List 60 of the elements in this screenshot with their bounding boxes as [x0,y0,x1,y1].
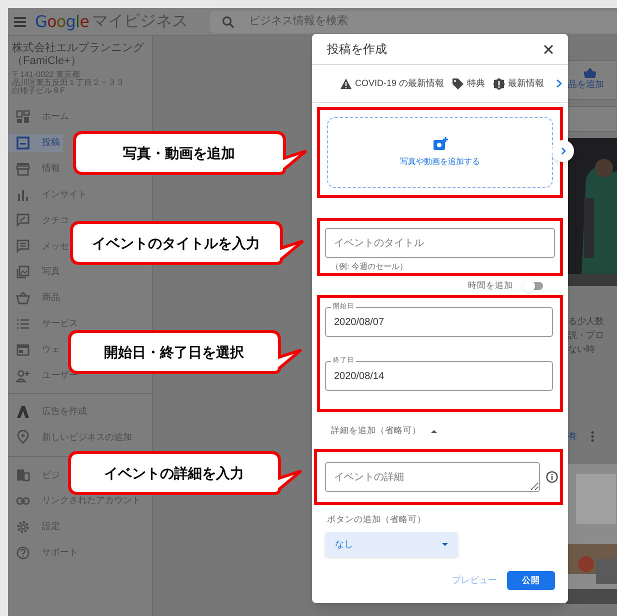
toggle-switch[interactable] [523,280,543,292]
time-label: 時間を追加 [468,279,513,292]
triangle-logo-icon [16,404,30,419]
basket-icon [16,291,30,306]
details-toggle[interactable]: 詳細を追加（省略可） [317,412,563,449]
warning-icon [340,78,352,90]
caret-icon [431,428,437,432]
button-type-dropdown[interactable]: なし [325,532,458,557]
callout: イベントの詳細を入力 [68,451,303,495]
close-icon[interactable] [544,44,553,54]
browser-icon [16,342,30,357]
media-dropzone[interactable]: 写真や動画を追加する [327,117,553,188]
helper-text: （例: 今週のセール） [331,261,408,273]
add-product-button[interactable]: 品を追加 [566,60,616,100]
settings-icon [16,520,30,534]
chevron-right-icon[interactable] [556,79,562,88]
title-field[interactable]: イベントのタイトル [325,228,555,258]
callout: 開始日・終了日を選択 [68,330,303,374]
section-label: ボタンの追加（省略可） [327,513,427,526]
help-icon [16,546,30,560]
google-logo: Google [35,10,90,32]
tab[interactable]: 特典 [452,65,486,102]
message-icon [16,239,30,254]
preview-button[interactable]: プレビュー [450,574,499,587]
post-icon [16,136,30,150]
share-link[interactable]: 有 [568,430,577,444]
snippet-text: ない時 [568,343,596,356]
grid-icon [16,110,30,124]
alert-badge-icon [493,78,506,90]
building-icon [16,468,30,482]
tag-icon [452,78,464,90]
tab[interactable]: COVID-19 の最新情報 [340,65,444,102]
search-field[interactable]: ビジネス情報を検索 [210,10,617,32]
info-icon [546,471,558,483]
snippet-text: る少人数 [568,315,605,328]
photos-icon [16,265,30,280]
details-field[interactable]: イベントの詳細 [325,462,540,492]
next-button[interactable] [552,140,574,162]
card-button[interactable] [566,106,616,132]
sidebar-item[interactable]: 投稿 [8,134,63,152]
callout: イベントのタイトルを入力 [70,221,305,265]
tab[interactable]: 最新情報 [493,65,544,102]
caret-icon [442,542,448,546]
search-icon [222,16,234,28]
pin-icon [16,430,30,444]
business-name: 株式会社エルプランニング（FamiCle+） [11,42,146,68]
review-icon [16,213,30,228]
callout: 写真・動画を追加 [73,131,308,175]
publish-button[interactable]: 公開 [507,570,555,590]
bar-chart-icon [16,188,30,202]
store-icon [16,162,30,176]
snippet-text: 説・プロ [568,329,605,342]
chevron-right-icon [560,147,566,155]
more-icon[interactable] [591,431,594,442]
menu-icon[interactable] [14,16,26,26]
dialog-title: 投稿を作成 [327,41,387,58]
add-person-icon [16,368,30,383]
basket-icon [584,68,596,78]
add-photo-icon [432,137,448,151]
list-icon [16,316,30,331]
